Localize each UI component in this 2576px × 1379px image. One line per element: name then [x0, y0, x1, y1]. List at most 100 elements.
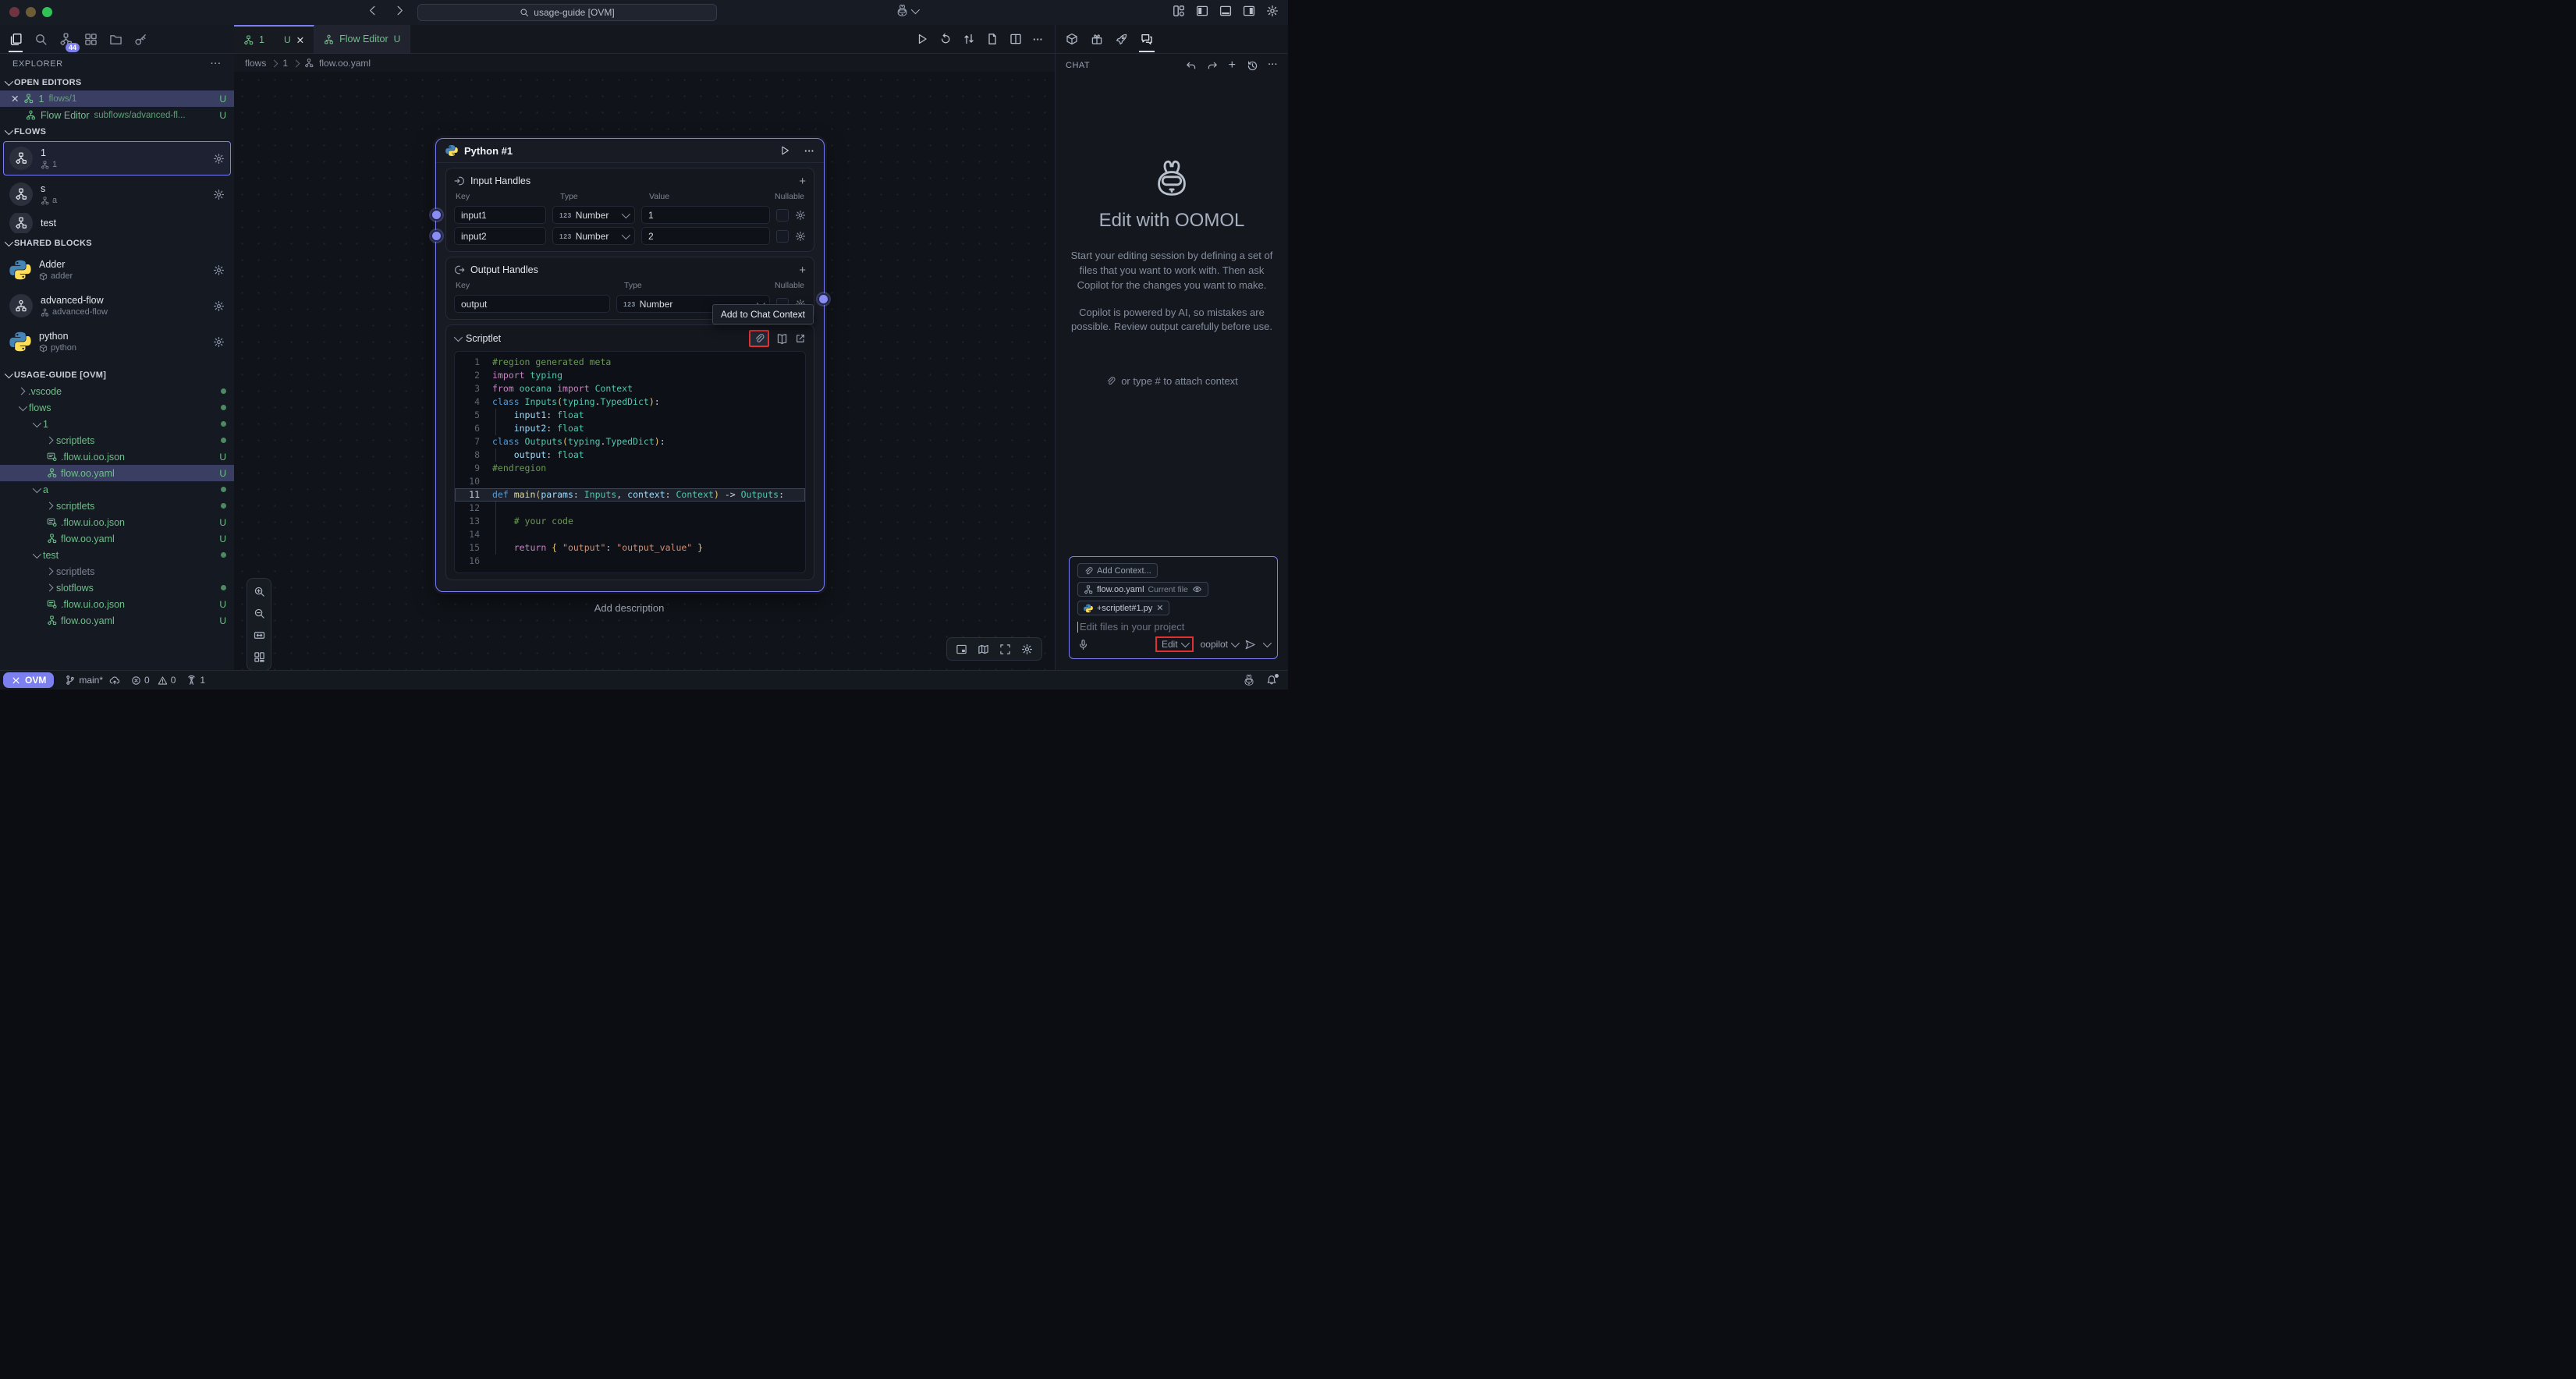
gear-icon[interactable]: [213, 264, 225, 276]
add-description-button[interactable]: Add description: [435, 602, 823, 614]
publish-icon[interactable]: [109, 675, 120, 686]
folder-activity-button[interactable]: [104, 27, 127, 51]
rewards-panel-button[interactable]: [1091, 33, 1103, 45]
gear-icon[interactable]: [213, 336, 225, 348]
code-editor[interactable]: 1#region generated meta 2import typing 3…: [454, 351, 806, 573]
open-editor-item[interactable]: Flow Editor subflows/advanced-fl... U: [0, 107, 234, 123]
shared-block-python[interactable]: python python: [3, 324, 231, 359]
chat-input-box[interactable]: Add Context... flow.oo.yaml Current file…: [1069, 556, 1278, 659]
flow-card-1[interactable]: 1 1: [3, 141, 231, 175]
explorer-activity-button[interactable]: [4, 27, 27, 51]
navigate-forward-icon[interactable]: [394, 5, 406, 16]
settings-gear-icon[interactable]: [1266, 5, 1279, 17]
row-gear-icon[interactable]: [795, 231, 806, 242]
output-port[interactable]: [818, 293, 829, 305]
tree-item[interactable]: flow.oo.yamlU: [0, 612, 234, 629]
secrets-activity-button[interactable]: [129, 27, 152, 51]
tree-item[interactable]: .flow.ui.oo.jsonU: [0, 596, 234, 612]
close-window-button[interactable]: [9, 7, 20, 17]
type-select[interactable]: 123 Number: [552, 206, 635, 224]
flow-canvas[interactable]: Python #1 ··· Input Handles + Key Type: [234, 72, 1056, 671]
nullable-checkbox[interactable]: [776, 230, 789, 243]
key-input[interactable]: input1: [454, 206, 546, 224]
toggle-secondary-sidebar-icon[interactable]: [1243, 5, 1255, 17]
shared-blocks-header[interactable]: SHARED BLOCKS: [0, 235, 234, 251]
input-port-1[interactable]: [431, 209, 442, 221]
tree-item[interactable]: .flow.ui.oo.jsonU: [0, 448, 234, 465]
workspace-section-header[interactable]: USAGE-GUIDE [OVM]: [0, 367, 234, 383]
breadcrumb-item[interactable]: flows: [245, 58, 266, 69]
deploy-panel-button[interactable]: [1116, 33, 1128, 45]
zoom-out-icon[interactable]: [254, 608, 265, 619]
flows-section-header[interactable]: FLOWS: [0, 123, 234, 140]
value-input[interactable]: 2: [641, 227, 770, 245]
tree-item[interactable]: scriptlets: [0, 432, 234, 448]
tree-item-selected[interactable]: flow.oo.yamlU: [0, 465, 234, 481]
gear-icon[interactable]: [213, 300, 225, 312]
oomol-rabbit-icon[interactable]: [1243, 674, 1255, 686]
history-icon[interactable]: [1247, 60, 1258, 72]
flow-card-s[interactable]: s a: [3, 177, 231, 211]
tree-item[interactable]: slotflows: [0, 580, 234, 596]
model-select[interactable]: oopilot: [1201, 639, 1237, 650]
undo-icon[interactable]: [1185, 60, 1197, 72]
breadcrumb-item[interactable]: flow.oo.yaml: [319, 58, 371, 69]
run-flow-icon[interactable]: [916, 33, 928, 45]
row-gear-icon[interactable]: [795, 210, 806, 221]
docs-icon[interactable]: [776, 333, 788, 345]
more-actions-icon[interactable]: ···: [1033, 34, 1043, 45]
zoom-in-icon[interactable]: [254, 586, 265, 597]
blocks-activity-button[interactable]: [79, 27, 102, 51]
close-icon[interactable]: ✕: [11, 93, 19, 105]
type-select[interactable]: 123 Number: [552, 227, 635, 245]
send-icon[interactable]: [1244, 639, 1256, 651]
command-center-search[interactable]: usage-guide [OVM]: [417, 4, 717, 21]
fit-view-icon[interactable]: [999, 643, 1011, 655]
gear-icon[interactable]: [213, 189, 225, 200]
flows-activity-button[interactable]: 44: [54, 27, 77, 51]
ports-status[interactable]: 1: [186, 675, 205, 686]
minimize-window-button[interactable]: [26, 7, 36, 17]
input-port-2[interactable]: [431, 230, 442, 242]
python-node[interactable]: Python #1 ··· Input Handles + Key Type: [435, 138, 825, 592]
add-output-icon[interactable]: +: [799, 264, 806, 277]
open-editor-item[interactable]: ✕ 1 flows/1 U: [0, 90, 234, 107]
navigate-back-icon[interactable]: [367, 5, 378, 16]
value-input[interactable]: 1: [641, 206, 770, 224]
tree-item[interactable]: scriptlets: [0, 563, 234, 580]
tree-item[interactable]: .flow.ui.oo.jsonU: [0, 514, 234, 530]
export-file-icon[interactable]: [986, 33, 999, 45]
oomol-menu-button[interactable]: [896, 4, 917, 17]
context-pill-scriptlet[interactable]: +scriptlet#1.py ✕: [1077, 601, 1169, 615]
notifications-button[interactable]: [1266, 675, 1277, 686]
packages-panel-button[interactable]: [1066, 33, 1078, 45]
minimap-icon[interactable]: [978, 643, 989, 655]
open-external-icon[interactable]: [795, 333, 806, 344]
node-more-icon[interactable]: ···: [804, 145, 814, 157]
mode-select[interactable]: Edit: [1162, 639, 1187, 650]
problems-status[interactable]: 0 0: [131, 675, 176, 686]
tree-item[interactable]: flow.oo.yamlU: [0, 530, 234, 547]
new-chat-icon[interactable]: +: [1229, 60, 1237, 72]
add-context-button[interactable]: Add Context...: [1077, 563, 1158, 578]
toggle-sidebar-icon[interactable]: [1196, 5, 1208, 17]
customize-layout-icon[interactable]: [1173, 5, 1185, 17]
shared-block-adder[interactable]: Adder adder: [3, 253, 231, 287]
panel-icon[interactable]: [956, 643, 967, 655]
remove-context-icon[interactable]: ✕: [1156, 603, 1163, 613]
remote-indicator[interactable]: OVM: [3, 672, 54, 688]
attach-to-chat-icon[interactable]: [754, 333, 765, 344]
zoom-window-button[interactable]: [42, 7, 52, 17]
tab-flow-1[interactable]: 1 U ✕: [234, 25, 314, 53]
eye-icon[interactable]: [1192, 584, 1202, 594]
run-node-icon[interactable]: [779, 145, 790, 156]
toggle-panel-icon[interactable]: [1219, 5, 1232, 17]
search-activity-button[interactable]: [29, 27, 52, 51]
tree-item[interactable]: test: [0, 547, 234, 563]
restart-icon[interactable]: [939, 33, 952, 45]
tree-item[interactable]: a: [0, 481, 234, 498]
add-input-icon[interactable]: +: [799, 175, 806, 188]
canvas-settings-icon[interactable]: [1021, 643, 1033, 655]
sync-icon[interactable]: [963, 33, 975, 45]
split-editor-icon[interactable]: [1009, 33, 1022, 45]
